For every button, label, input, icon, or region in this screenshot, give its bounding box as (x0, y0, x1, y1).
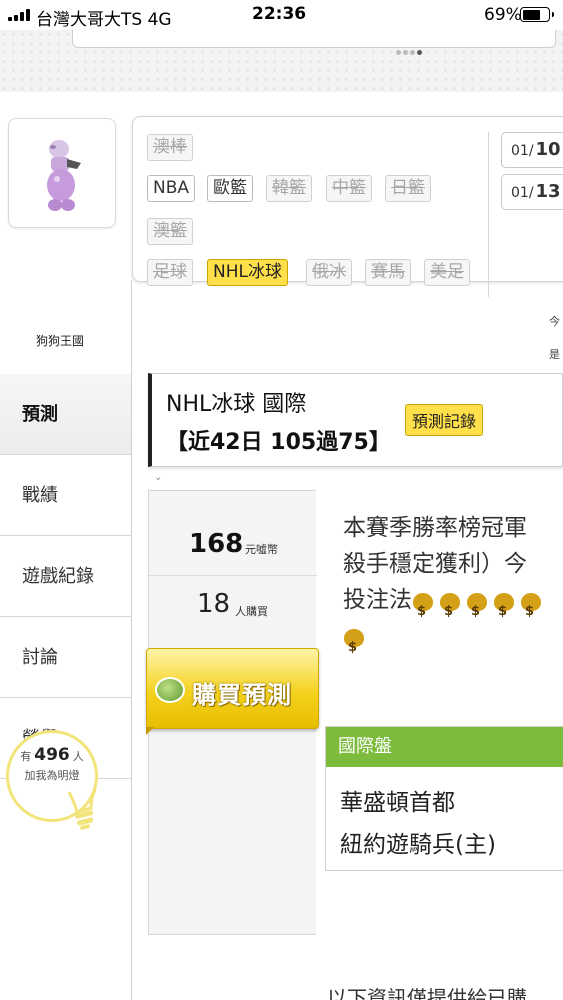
prediction-header: NHL冰球 國際 【近42日 105過75】 預測記錄 (148, 373, 563, 467)
buy-prediction-label: 購買預測 (192, 681, 292, 709)
prediction-title: NHL冰球 國際 (166, 392, 307, 417)
banner-card[interactable] (72, 30, 556, 48)
nav-item-record[interactable]: 戰績 (0, 455, 131, 536)
nav-item-label: 討論 (22, 647, 58, 668)
battery-percent: 69% (484, 5, 522, 25)
description-line: 殺手穩定獲利）今 (343, 551, 527, 577)
fans-caption: 加我為明燈 (24, 769, 80, 782)
filter-tag-russia-hockey[interactable]: 俄冰 (306, 259, 352, 286)
filter-tag-aus-basketball[interactable]: 澳籃 (147, 218, 193, 245)
column-divider (131, 280, 132, 1000)
username: 狗狗王國 (35, 334, 84, 348)
avatar[interactable] (8, 118, 116, 228)
money-bag-icon (466, 587, 488, 630)
prediction-description: 本賽季勝率榜冠軍 殺手穩定獲利）今 投注法 (343, 510, 563, 666)
filter-tag-aus-baseball[interactable]: 澳棒 (147, 134, 193, 161)
fans-prefix: 有 (20, 750, 32, 763)
money-bag-icon (493, 587, 515, 630)
team-away: 華盛頓首都 (340, 790, 455, 816)
lightbulb-icon (67, 790, 97, 830)
signal-icon (8, 9, 30, 21)
date-day: 10 (535, 139, 561, 160)
carrier-label: 台灣大哥大TS 4G (36, 10, 172, 30)
filter-tag-jpn-basketball[interactable]: 日籃 (385, 175, 431, 202)
buyers-unit: 人購買 (235, 605, 268, 618)
left-sidebar: 狗狗王國 預測 戰績 遊戲紀錄 討論 榮譽 (0, 92, 131, 1000)
filter-tag-us-football[interactable]: 美足 (424, 259, 470, 286)
status-bar: 台灣大哥大TS 4G 22:36 69% (0, 0, 563, 30)
nav-item-discussion[interactable]: 討論 (0, 617, 131, 698)
filter-divider (488, 132, 489, 297)
nav-item-game-log[interactable]: 遊戲紀錄 (0, 536, 131, 617)
nav-item-label: 預測 (22, 404, 58, 425)
top-banner (0, 30, 563, 92)
filter-tag-nhl[interactable]: NHL冰球 (207, 259, 288, 286)
nav-item-predictions[interactable]: 預測 (0, 374, 131, 455)
sidebar-nav: 預測 戰績 遊戲紀錄 討論 榮譽 (0, 374, 131, 779)
money-bag-icon (520, 587, 542, 630)
dog-figure-icon (47, 140, 81, 211)
money-bag-icon (439, 587, 461, 630)
date-day: 13 (535, 181, 561, 202)
money-bag-icon (412, 587, 434, 630)
buy-prediction-button[interactable]: 購買預測 (146, 648, 319, 729)
prediction-history-button[interactable]: 預測記錄 (405, 404, 484, 436)
price-unit: 元噓幣 (245, 543, 278, 556)
side-hint-today: 今 (549, 315, 560, 328)
footer-notice: 以下資訊僅提供給已購 (327, 986, 527, 1000)
price-value: 168 (189, 529, 244, 559)
battery-icon (520, 7, 554, 22)
date-selector-1[interactable]: 01/10 (501, 132, 563, 168)
filter-tag-kor-basketball[interactable]: 韓籃 (266, 175, 312, 202)
description-line: 投注法 (343, 587, 412, 613)
team-home: 紐約遊騎兵(主) (340, 832, 496, 858)
prediction-record: 【近42日 105過75】 (166, 430, 391, 455)
status-time: 22:36 (252, 4, 307, 24)
date-prefix: 01/ (511, 185, 534, 201)
fans-count: 496 (34, 745, 70, 765)
date-selector-2[interactable]: 01/13 (501, 174, 563, 210)
market-label: 國際盤 (326, 727, 563, 767)
coin-icon (155, 677, 185, 703)
filter-tag-horse-racing[interactable]: 賽馬 (365, 259, 411, 286)
date-prefix: 01/ (511, 143, 534, 159)
chevron-down-icon: ⌄ (154, 472, 163, 483)
carousel-dots[interactable] (396, 50, 422, 55)
money-bag-icon (343, 623, 365, 666)
buyers-count: 18 (197, 589, 231, 619)
fans-suffix: 人 (72, 750, 84, 763)
filter-tag-nba[interactable]: NBA (147, 175, 196, 202)
nav-item-label: 戰績 (22, 485, 58, 506)
description-line: 本賽季勝率榜冠軍 (343, 515, 527, 541)
filter-tag-euro-basketball[interactable]: 歐籃 (207, 175, 253, 202)
side-hint-yes: 是 (549, 348, 560, 361)
filter-tag-chn-basketball[interactable]: 中籃 (326, 175, 372, 202)
game-card[interactable]: 國際盤 華盛頓首都 紐約遊騎兵(主) (325, 726, 563, 871)
filter-tag-soccer[interactable]: 足球 (147, 259, 193, 286)
nav-item-label: 遊戲紀錄 (22, 566, 94, 587)
